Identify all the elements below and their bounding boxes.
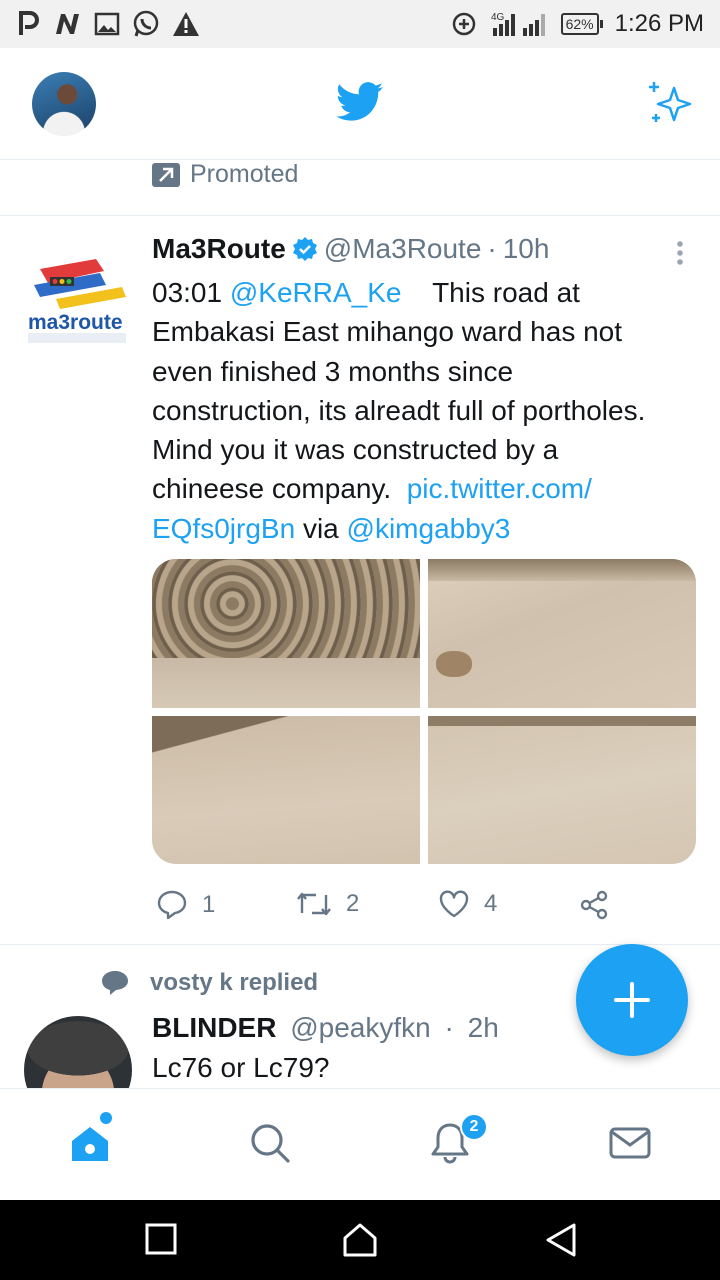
tweet-actions: 1 2 4 [152, 889, 672, 925]
mention-link[interactable]: @KeRRA_Ke [230, 277, 402, 308]
battery-level: 62% [560, 13, 599, 35]
reply-button[interactable]: 1 [156, 889, 215, 921]
share-icon [580, 890, 608, 920]
tweet-media-grid [152, 559, 696, 864]
pic-link-continued[interactable]: EQfs0jrgBn [152, 513, 295, 544]
tweet[interactable]: ma3route Ma3Route @Ma3Route · 10h 03:01 … [0, 217, 720, 945]
tweet-separator: · [487, 233, 497, 264]
reply-bubble-icon [102, 971, 128, 995]
system-navigation-bar [0, 1200, 720, 1280]
reply-context: vosty k replied [100, 968, 318, 998]
tweet2-text: Lc76 or Lc79? [152, 1052, 330, 1083]
pinterest-notification-icon [19, 11, 39, 35]
reply-context-text: vosty k replied [150, 969, 319, 996]
tweet-header: Ma3Route @Ma3Route · 10h [152, 233, 549, 265]
tweet-text-line: even finished 3 months since [152, 355, 514, 387]
status-bar-notifications [18, 10, 200, 38]
image-notification-icon [94, 12, 120, 36]
reply-count: 1 [202, 891, 216, 918]
tweet-timestamp: 10h [502, 233, 550, 264]
tweet2-author-handle[interactable]: @peakyfkn [290, 1012, 431, 1043]
retweet-icon [297, 892, 331, 916]
app-header [0, 48, 720, 160]
mention-link[interactable]: @kimgabby3 [347, 513, 511, 544]
battery-cap [599, 20, 603, 28]
tweet-text: 03:01 @KeRRA_Ke This road at Embakasi Ea… [152, 273, 702, 548]
compose-tweet-button[interactable] [576, 944, 688, 1056]
reply-icon [157, 890, 187, 920]
retweet-count: 2 [346, 890, 360, 917]
verified-badge-icon [292, 237, 317, 261]
more-options-icon[interactable] [670, 239, 690, 267]
messages-icon[interactable] [608, 1121, 652, 1165]
home-system-icon[interactable] [342, 1222, 378, 1258]
like-heart-icon [439, 890, 469, 918]
status-bar-time: 1:26 PM [614, 10, 704, 37]
network-type: 4G [491, 12, 505, 23]
like-button[interactable]: 4 [438, 889, 497, 919]
twitter-bird-icon [336, 82, 383, 121]
home-icon[interactable] [68, 1121, 112, 1165]
tweet-text-segment: chineese company. [152, 473, 407, 505]
home-unread-dot [100, 1112, 112, 1124]
like-count: 4 [484, 890, 498, 917]
profile-avatar[interactable] [32, 72, 96, 136]
tweet2-separator: · [444, 1012, 454, 1043]
promoted-icon [152, 163, 180, 187]
promoted-row: Promoted [0, 160, 720, 216]
tweet-photo-4[interactable] [428, 716, 696, 864]
plus-icon [614, 982, 650, 1018]
tweet-text-segment: This road at [401, 277, 580, 308]
notifications-badge: 2 [460, 1113, 488, 1141]
tweet-photo-2[interactable] [428, 559, 696, 708]
tweet2-timestamp: 2h [467, 1012, 499, 1043]
back-icon[interactable] [544, 1222, 578, 1258]
data-saver-icon [452, 12, 475, 36]
tweet-text-line: Mind you it was constructed by a [152, 434, 559, 466]
tweet-text-segment: 03:01 [152, 277, 230, 308]
bottom-navigation [0, 1088, 720, 1200]
tweet2-header: BLINDER @peakyfkn · 2h [152, 1012, 499, 1044]
tweet-photo-3[interactable] [152, 716, 420, 864]
ma3route-logo-text: ma3route [28, 311, 123, 334]
promoted-label: Promoted [190, 160, 299, 188]
retweet-button[interactable]: 2 [296, 889, 359, 919]
sparkle-icon[interactable] [646, 80, 696, 128]
whatsapp-notification-icon [133, 10, 159, 37]
news-notification-icon [56, 14, 79, 34]
warning-notification-icon [173, 12, 199, 36]
share-button[interactable] [578, 889, 610, 921]
tweet2-author-name[interactable]: BLINDER [152, 1012, 276, 1043]
tweet-photo-1[interactable] [152, 559, 420, 708]
recent-apps-icon[interactable] [144, 1222, 178, 1256]
pic-link[interactable]: pic.twitter.com/ [407, 473, 592, 504]
tweet-text-segment: via [295, 512, 347, 544]
ma3route-avatar[interactable]: ma3route [26, 247, 132, 347]
tweet-author-handle[interactable]: @Ma3Route [324, 233, 482, 265]
status-bar-system: 4G 62% 1:26 PM [451, 10, 704, 38]
signal-icon: 4G [491, 12, 545, 36]
status-bar: 4G 62% 1:26 PM [0, 0, 720, 48]
tweet-text-line: construction, its alreadt full of portho… [152, 394, 646, 426]
search-icon[interactable] [248, 1121, 292, 1165]
tweet-text-line: Embakasi East mihango ward has not [152, 316, 623, 348]
tweet-author-name[interactable]: Ma3Route [152, 233, 286, 265]
battery-indicator: 62% [560, 13, 603, 35]
